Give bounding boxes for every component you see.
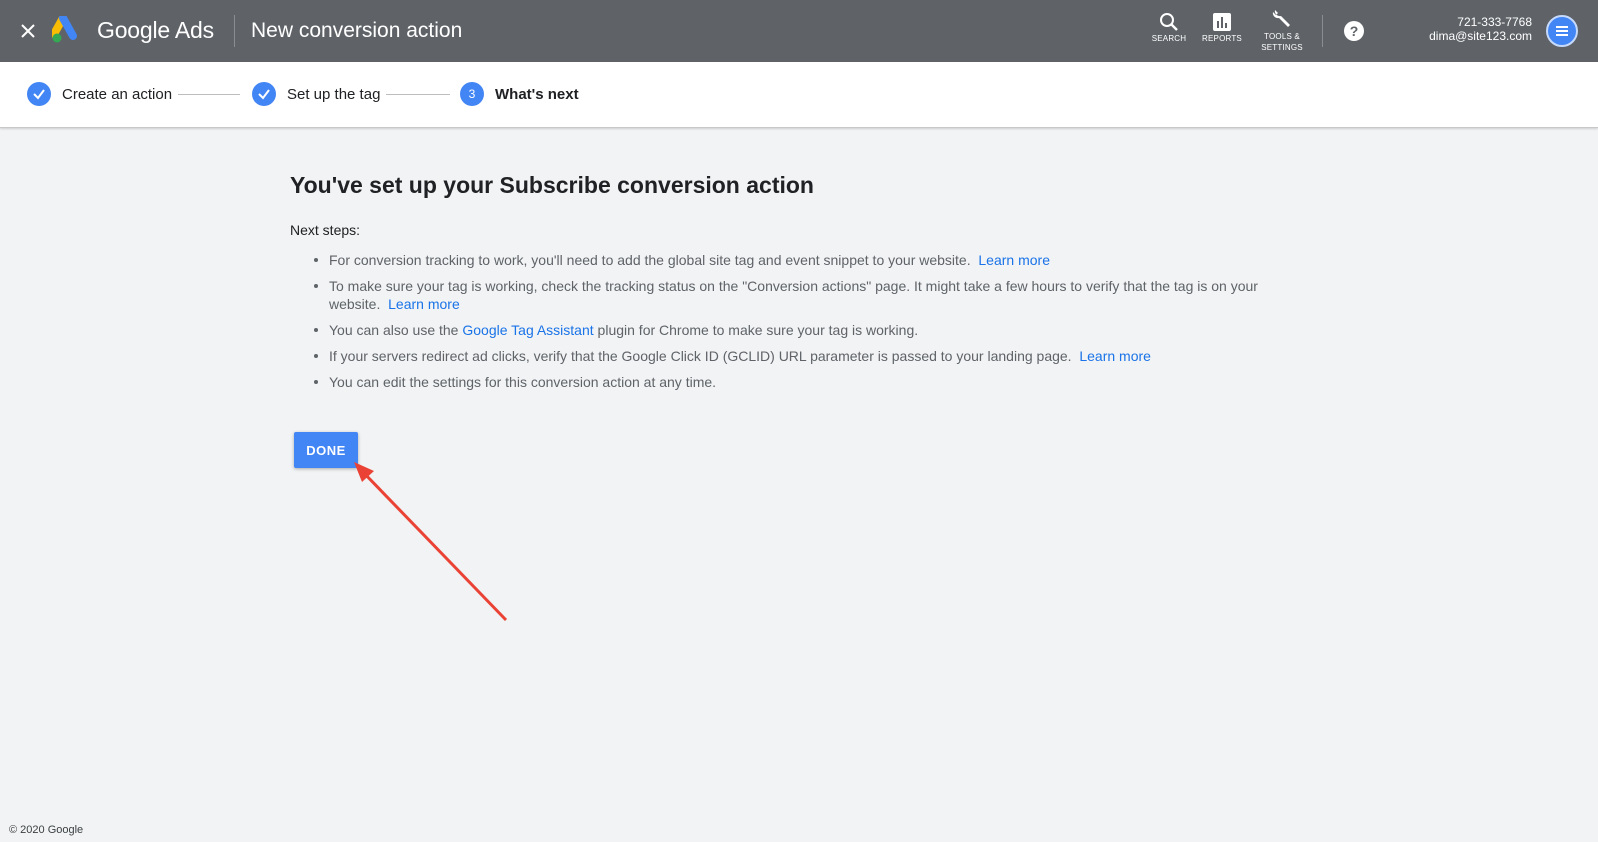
step-label: What's next xyxy=(495,85,579,103)
reports-icon xyxy=(1213,13,1231,31)
annotation-arrow xyxy=(354,462,508,622)
list-item-text: plugin for Chrome to make sure your tag … xyxy=(593,322,919,338)
brand-name: Google Ads xyxy=(97,17,214,43)
next-steps-list: For conversion tracking to work, you'll … xyxy=(290,251,1310,391)
search-label: SEARCH xyxy=(1151,34,1187,43)
list-item: For conversion tracking to work, you'll … xyxy=(290,251,1290,269)
search-button[interactable]: SEARCH xyxy=(1151,12,1187,43)
help-icon[interactable]: ? xyxy=(1343,20,1365,42)
account-email: dima@site123.com xyxy=(1429,29,1532,43)
check-icon xyxy=(27,82,51,106)
list-item-text: To make sure your tag is working, check … xyxy=(329,278,1258,312)
google-ads-logo xyxy=(50,14,84,44)
header-divider xyxy=(1322,15,1323,47)
learn-more-link[interactable]: Learn more xyxy=(1079,348,1151,364)
conversion-action-name: Subscribe xyxy=(499,172,611,198)
list-item: You can edit the settings for this conve… xyxy=(290,373,1290,391)
tools-settings-button[interactable]: TOOLS & SETTINGS xyxy=(1260,8,1304,52)
heading-prefix: You've set up your xyxy=(290,172,500,198)
list-item: If your servers redirect ad clicks, veri… xyxy=(290,347,1290,365)
reports-label: REPORTS xyxy=(1202,34,1242,43)
svg-text:?: ? xyxy=(1350,23,1359,39)
step-number: 3 xyxy=(460,82,484,106)
account-info[interactable]: 721-333-7768 dima@site123.com xyxy=(1429,15,1532,43)
list-item-text: For conversion tracking to work, you'll … xyxy=(329,252,971,268)
top-app-bar: Google Ads New conversion action SEARCH … xyxy=(0,0,1598,62)
step-connector xyxy=(178,94,240,95)
list-item-text: You can edit the settings for this conve… xyxy=(329,374,717,390)
next-steps-label: Next steps: xyxy=(290,222,361,238)
step-connector xyxy=(386,94,450,95)
learn-more-link[interactable]: Learn more xyxy=(388,296,460,312)
account-menu-icon xyxy=(1556,26,1568,36)
step-whats-next: 3 What's next xyxy=(460,82,579,106)
list-item-text: If your servers redirect ad clicks, veri… xyxy=(329,348,1072,364)
copyright: © 2020 Google xyxy=(9,824,84,836)
learn-more-link[interactable]: Learn more xyxy=(978,252,1050,268)
heading-suffix: conversion action xyxy=(610,172,814,198)
step-set-up-tag: Set up the tag xyxy=(252,82,380,106)
account-phone: 721-333-7768 xyxy=(1457,15,1532,29)
page-title: New conversion action xyxy=(251,19,463,42)
wrench-icon xyxy=(1272,10,1290,27)
step-create-action: Create an action xyxy=(27,82,172,106)
header-divider xyxy=(234,15,235,47)
search-icon xyxy=(1160,13,1178,31)
reports-button[interactable]: REPORTS xyxy=(1202,12,1242,43)
close-icon[interactable] xyxy=(16,19,40,43)
list-item: You can also use the Google Tag Assistan… xyxy=(290,321,1290,339)
step-label: Create an action xyxy=(62,85,173,103)
google-tag-assistant-link[interactable]: Google Tag Assistant xyxy=(462,322,593,338)
step-label: Set up the tag xyxy=(287,85,381,103)
avatar[interactable] xyxy=(1546,15,1578,47)
tools-label-line2: SETTINGS xyxy=(1261,43,1303,52)
stepper: Create an action Set up the tag 3 What's… xyxy=(0,62,1598,128)
tools-label-line1: TOOLS & xyxy=(1264,32,1300,41)
confirmation-heading: You've set up your Subscribe conversion … xyxy=(290,172,1310,199)
confirmation-panel: You've set up your Subscribe conversion … xyxy=(290,172,1310,399)
list-item: To make sure your tag is working, check … xyxy=(290,277,1290,313)
list-item-text: You can also use the xyxy=(329,322,463,338)
check-icon xyxy=(252,82,276,106)
